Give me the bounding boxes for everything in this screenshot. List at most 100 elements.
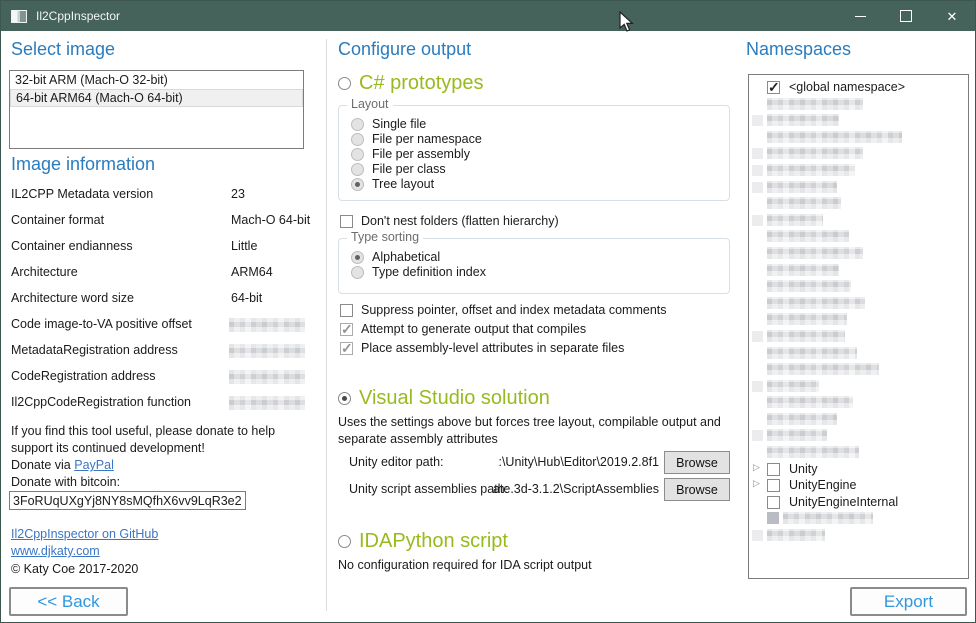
flatten-hierarchy-option[interactable]: Don't nest folders (flatten hierarchy) — [340, 214, 559, 228]
layout-group-title: Layout — [347, 97, 393, 111]
unity-editor-path-value[interactable]: :\Unity\Hub\Editor\2019.2.8f1 — [481, 454, 659, 471]
info-row: Architecture ARM64 — [11, 265, 311, 282]
visual-studio-radio[interactable] — [338, 392, 351, 405]
alphabetical-radio[interactable] — [351, 251, 364, 264]
namespace-row-redacted — [749, 444, 968, 461]
idapython-label: IDAPython script — [359, 530, 508, 553]
namespace-row[interactable]: <global namespace> — [749, 79, 968, 96]
maximize-icon — [900, 10, 912, 22]
maximize-button[interactable] — [883, 1, 929, 31]
separate-attributes-option[interactable]: Place assembly-level attributes in separ… — [340, 341, 624, 355]
idapython-option[interactable]: IDAPython script — [338, 530, 508, 553]
layout-option-label: File per class — [372, 162, 446, 176]
minimize-button[interactable] — [837, 1, 883, 31]
compilable-output-label: Attempt to generate output that compiles — [361, 322, 586, 336]
expander-icon[interactable]: ▷ — [753, 462, 760, 473]
donate-via-label: Donate via — [11, 458, 74, 472]
type-definition-index-radio[interactable] — [351, 266, 364, 279]
namespace-row[interactable]: ▷ UnityEngine — [749, 477, 968, 494]
github-link[interactable]: Il2CppInspector on GitHub — [11, 527, 158, 541]
configure-output-heading: Configure output — [338, 39, 471, 60]
layout-option[interactable]: Single file — [351, 117, 426, 131]
namespace-row-redacted — [749, 278, 968, 295]
image-list-item[interactable]: 32-bit ARM (Mach-O 32-bit) — [10, 71, 303, 89]
namespace-row-redacted — [749, 328, 968, 345]
namespace-row-redacted — [749, 228, 968, 245]
namespace-label: UnityEngine — [789, 477, 856, 494]
redacted-namespace — [767, 396, 853, 408]
close-button[interactable]: ✕ — [929, 1, 975, 31]
paypal-link[interactable]: PayPal — [74, 458, 114, 472]
unity-assemblies-browse-button[interactable]: Browse — [664, 478, 730, 501]
expander-icon[interactable]: ▷ — [753, 478, 760, 489]
export-button[interactable]: Export — [850, 587, 967, 616]
redacted-namespace — [767, 297, 865, 309]
redacted-expander — [752, 331, 763, 342]
namespace-row[interactable]: ▷Unity — [749, 461, 968, 478]
visual-studio-option[interactable]: Visual Studio solution — [338, 387, 550, 410]
layout-option-label: File per assembly — [372, 147, 470, 161]
namespace-label: UnityEngineInternal — [789, 494, 898, 511]
redacted-expander — [752, 115, 763, 126]
redacted-namespace — [767, 413, 837, 425]
redacted-namespace — [767, 529, 825, 541]
info-label: Container format — [11, 213, 104, 227]
visual-studio-desc-line1: Uses the settings above but forces tree … — [338, 414, 721, 431]
idapython-description: No configuration required for IDA script… — [338, 557, 592, 574]
file-per-class-radio[interactable] — [351, 163, 364, 176]
namespace-checkbox[interactable] — [767, 81, 780, 94]
tree-layout-radio[interactable] — [351, 178, 364, 191]
layout-option[interactable]: File per assembly — [351, 147, 470, 161]
single-file-radio[interactable] — [351, 118, 364, 131]
namespaces-list[interactable]: <global namespace> ▷Unity▷ UnityEngineUnit… — [748, 74, 969, 579]
namespace-row-redacted — [749, 345, 968, 362]
csharp-prototypes-option[interactable]: C# prototypes — [338, 72, 484, 95]
layout-option[interactable]: File per namespace — [351, 132, 482, 146]
image-information-heading: Image information — [11, 154, 155, 175]
redacted-namespace — [767, 446, 859, 458]
info-row: Architecture word size 64-bit — [11, 291, 311, 308]
info-value: 23 — [231, 187, 245, 201]
image-listbox[interactable]: 32-bit ARM (Mach-O 32-bit) 64-bit ARM64 … — [9, 70, 304, 149]
donate-paypal-line: Donate via PayPal — [11, 457, 114, 474]
redacted-namespace — [783, 512, 873, 524]
minimize-icon — [855, 16, 866, 17]
file-per-namespace-radio[interactable] — [351, 133, 364, 146]
image-list-item-selected[interactable]: 64-bit ARM64 (Mach-O 64-bit) — [10, 89, 303, 107]
namespace-row-redacted — [749, 311, 968, 328]
bitcoin-address-input[interactable] — [9, 491, 246, 510]
column-separator — [326, 39, 327, 611]
csharp-prototypes-radio[interactable] — [338, 77, 351, 90]
unity-assemblies-path-value[interactable]: ate.3d-3.1.2\ScriptAssemblies — [481, 481, 659, 498]
unity-editor-browse-button[interactable]: Browse — [664, 451, 730, 474]
idapython-radio[interactable] — [338, 535, 351, 548]
type-sorting-option[interactable]: Type definition index — [351, 265, 486, 279]
type-sorting-group-title: Type sorting — [347, 230, 423, 244]
redacted-checkbox — [767, 512, 779, 524]
redacted-namespace — [767, 214, 823, 226]
type-sorting-option[interactable]: Alphabetical — [351, 250, 440, 264]
info-row: Container format Mach-O 64-bit — [11, 213, 311, 230]
redacted-namespace — [767, 330, 845, 342]
suppress-comments-label: Suppress pointer, offset and index metad… — [361, 303, 667, 317]
separate-attributes-checkbox[interactable] — [340, 342, 353, 355]
namespace-row[interactable]: UnityEngineInternal — [749, 494, 968, 511]
namespace-checkbox[interactable] — [767, 463, 780, 476]
website-link[interactable]: www.djkaty.com — [11, 544, 100, 558]
namespace-checkbox[interactable] — [767, 479, 780, 492]
compilable-output-option[interactable]: Attempt to generate output that compiles — [340, 322, 586, 336]
suppress-comments-checkbox[interactable] — [340, 304, 353, 317]
namespace-checkbox[interactable] — [767, 496, 780, 509]
namespace-row-redacted — [749, 129, 968, 146]
info-label: Container endianness — [11, 239, 133, 253]
layout-option[interactable]: File per class — [351, 162, 446, 176]
redacted-namespace — [767, 347, 857, 359]
file-per-assembly-radio[interactable] — [351, 148, 364, 161]
namespace-row-redacted — [749, 179, 968, 196]
redacted-expander — [752, 430, 763, 441]
suppress-comments-option[interactable]: Suppress pointer, offset and index metad… — [340, 303, 667, 317]
layout-option[interactable]: Tree layout — [351, 177, 434, 191]
compilable-output-checkbox[interactable] — [340, 323, 353, 336]
flatten-hierarchy-checkbox[interactable] — [340, 215, 353, 228]
back-button[interactable]: << Back — [9, 587, 128, 616]
